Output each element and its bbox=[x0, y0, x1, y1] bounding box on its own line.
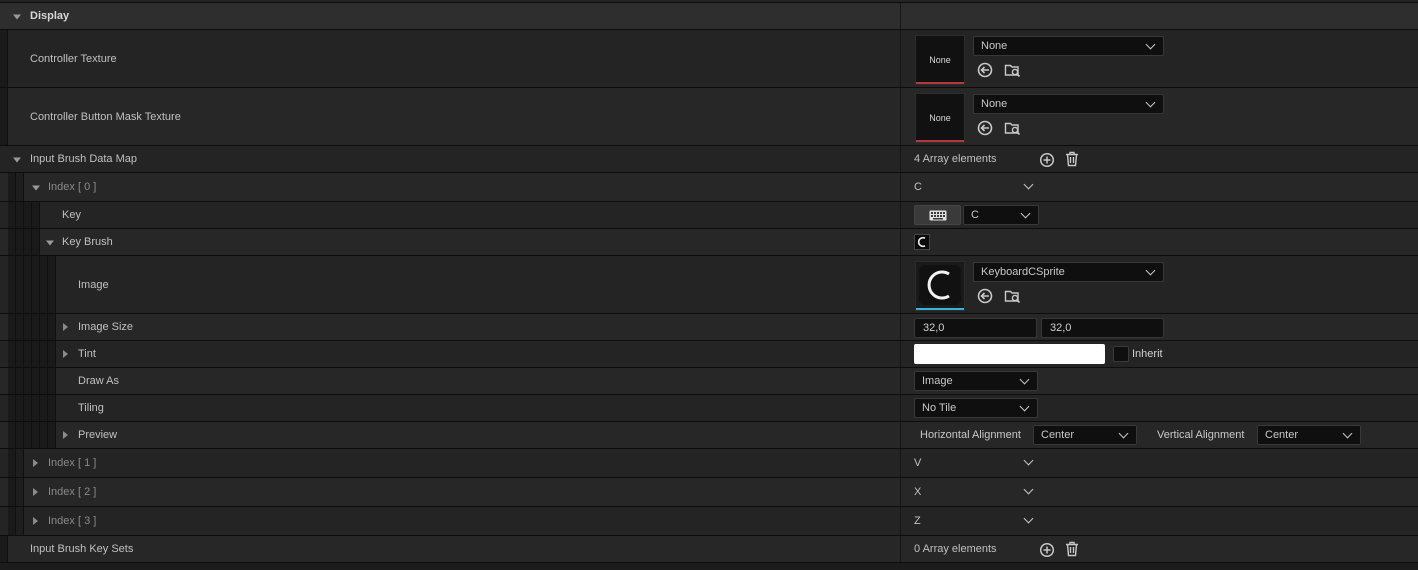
draw-as-combo[interactable]: Image bbox=[914, 371, 1038, 391]
property-tint[interactable]: Tint Inherit bbox=[0, 341, 1418, 368]
property-preview[interactable]: Preview Horizontal Alignment Center Vert… bbox=[0, 422, 1418, 449]
use-selected-arrow-icon[interactable] bbox=[977, 62, 993, 78]
property-label: Input Brush Data Map bbox=[30, 153, 138, 165]
property-draw-as: Draw As Image bbox=[0, 368, 1418, 395]
property-image-size[interactable]: Image Size 32,0 32,0 bbox=[0, 314, 1418, 341]
property-label: Tint bbox=[78, 348, 96, 360]
expand-arrow-icon[interactable] bbox=[33, 488, 38, 496]
property-label: Preview bbox=[78, 429, 118, 441]
trash-icon[interactable] bbox=[1065, 541, 1079, 557]
index-label: Index [ 1 ] bbox=[48, 457, 97, 469]
key-value-combo[interactable]: X bbox=[914, 482, 1036, 502]
texture-thumbnail[interactable]: None bbox=[915, 35, 965, 85]
property-label: Key Brush bbox=[62, 236, 113, 248]
trash-icon[interactable] bbox=[1065, 151, 1079, 167]
sprite-thumbnail[interactable] bbox=[915, 261, 965, 311]
vertical-alignment-label: Vertical Alignment bbox=[1157, 429, 1245, 441]
property-input-brush-data-map[interactable]: Input Brush Data Map 4 Array elements bbox=[0, 146, 1418, 173]
key-value-combo[interactable]: V bbox=[914, 453, 1036, 473]
expand-arrow-icon[interactable] bbox=[13, 157, 21, 163]
use-selected-arrow-icon[interactable] bbox=[977, 288, 993, 304]
key-value-combo[interactable]: Z bbox=[914, 511, 1036, 531]
use-selected-arrow-icon[interactable] bbox=[977, 120, 993, 136]
array-index-0[interactable]: Index [ 0 ] C bbox=[0, 173, 1418, 202]
property-input-brush-key-sets[interactable]: Input Brush Key Sets 0 Array elements bbox=[0, 536, 1418, 563]
array-count: 4 Array elements bbox=[914, 153, 997, 165]
keyboard-icon bbox=[929, 210, 947, 221]
browse-folder-search-icon[interactable] bbox=[1004, 120, 1021, 136]
keyboard-picker-button[interactable] bbox=[914, 205, 961, 225]
key-select-combo[interactable]: C bbox=[963, 205, 1039, 225]
asset-picker-combo[interactable]: None bbox=[973, 94, 1164, 114]
index-label: Index [ 2 ] bbox=[48, 486, 97, 498]
property-key-brush[interactable]: Key Brush bbox=[0, 229, 1418, 256]
array-index-2[interactable]: Index [ 2 ] X bbox=[0, 478, 1418, 507]
key-value-combo[interactable]: C bbox=[914, 177, 1036, 197]
expand-arrow-icon[interactable] bbox=[46, 240, 54, 246]
expand-arrow-icon[interactable] bbox=[33, 517, 38, 525]
texture-thumbnail[interactable]: None bbox=[915, 93, 965, 143]
expand-arrow-icon[interactable] bbox=[63, 431, 68, 439]
property-label: Image Size bbox=[78, 321, 134, 333]
tiling-combo[interactable]: No Tile bbox=[914, 398, 1038, 418]
property-tiling: Tiling No Tile bbox=[0, 395, 1418, 422]
property-label: Image bbox=[78, 278, 109, 291]
image-size-x-input[interactable]: 32,0 bbox=[914, 318, 1037, 338]
array-count: 0 Array elements bbox=[914, 543, 997, 555]
bottom-edge bbox=[0, 563, 1418, 570]
property-label: Controller Texture bbox=[30, 52, 117, 65]
image-size-y-input[interactable]: 32,0 bbox=[1041, 318, 1164, 338]
browse-folder-search-icon[interactable] bbox=[1004, 62, 1021, 78]
index-label: Index [ 3 ] bbox=[48, 515, 97, 527]
add-element-icon[interactable] bbox=[1039, 152, 1055, 168]
property-image: Image KeyboardCSprite bbox=[0, 256, 1418, 314]
details-panel: Display Controller Texture None None Con… bbox=[0, 0, 1418, 570]
category-display[interactable]: Display bbox=[0, 3, 1418, 30]
horizontal-alignment-combo[interactable]: Center bbox=[1033, 425, 1137, 445]
array-index-3[interactable]: Index [ 3 ] Z bbox=[0, 507, 1418, 536]
expand-arrow-icon[interactable] bbox=[33, 459, 38, 467]
array-index-1[interactable]: Index [ 1 ] V bbox=[0, 449, 1418, 478]
c-key-sprite-icon bbox=[919, 265, 961, 305]
property-label: Draw As bbox=[78, 375, 119, 387]
asset-picker-combo[interactable]: KeyboardCSprite bbox=[973, 262, 1164, 282]
property-label: Controller Button Mask Texture bbox=[30, 110, 181, 123]
expand-arrow-icon[interactable] bbox=[63, 323, 68, 331]
browse-folder-search-icon[interactable] bbox=[1004, 288, 1021, 304]
inherit-checkbox[interactable] bbox=[1113, 346, 1129, 362]
index-label: Index [ 0 ] bbox=[48, 181, 97, 193]
expand-arrow-icon[interactable] bbox=[32, 185, 40, 191]
inherit-label: Inherit bbox=[1132, 348, 1163, 360]
brush-preview-icon bbox=[914, 234, 930, 250]
add-element-icon[interactable] bbox=[1039, 542, 1055, 558]
expand-arrow-icon[interactable] bbox=[13, 14, 21, 20]
expand-arrow-icon[interactable] bbox=[63, 350, 68, 358]
horizontal-alignment-label: Horizontal Alignment bbox=[920, 429, 1021, 441]
property-controller-texture: Controller Texture None None bbox=[0, 30, 1418, 88]
tint-color-swatch[interactable] bbox=[914, 344, 1105, 364]
property-label: Tiling bbox=[78, 402, 104, 414]
property-controller-button-mask-texture: Controller Button Mask Texture None None bbox=[0, 88, 1418, 146]
asset-picker-combo[interactable]: None bbox=[973, 36, 1164, 56]
property-key: Key C bbox=[0, 202, 1418, 229]
property-label: Input Brush Key Sets bbox=[30, 543, 134, 555]
category-label: Display bbox=[30, 10, 70, 22]
vertical-alignment-combo[interactable]: Center bbox=[1257, 425, 1361, 445]
property-label: Key bbox=[62, 209, 81, 221]
